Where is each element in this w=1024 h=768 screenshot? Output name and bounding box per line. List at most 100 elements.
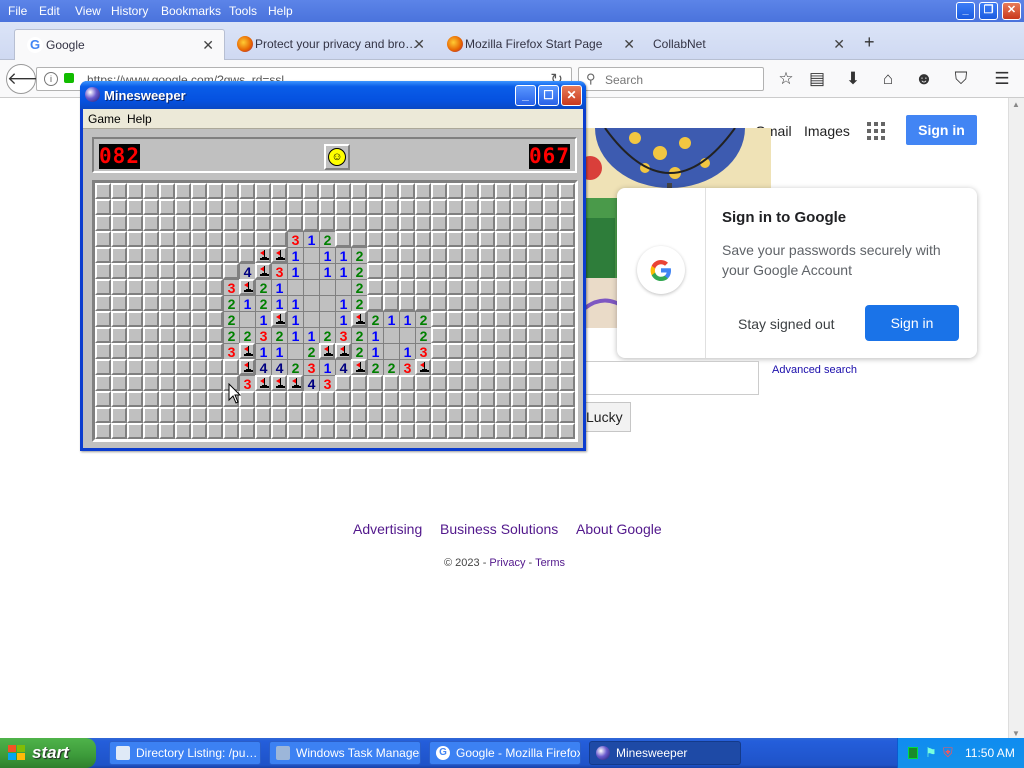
covered-cell[interactable] (95, 279, 111, 295)
covered-cell[interactable] (111, 231, 127, 247)
covered-cell[interactable] (367, 279, 383, 295)
covered-cell[interactable] (175, 247, 191, 263)
covered-cell[interactable] (143, 183, 159, 199)
covered-cell[interactable] (287, 423, 303, 439)
covered-cell[interactable] (463, 423, 479, 439)
covered-cell[interactable] (191, 327, 207, 343)
covered-cell[interactable] (447, 199, 463, 215)
revealed-cell[interactable]: 3 (287, 231, 303, 248)
covered-cell[interactable] (207, 391, 223, 407)
covered-cell[interactable] (431, 295, 447, 311)
covered-cell[interactable] (271, 391, 287, 407)
covered-cell[interactable] (559, 263, 575, 279)
covered-cell[interactable] (95, 199, 111, 215)
covered-cell[interactable] (447, 423, 463, 439)
covered-cell[interactable] (399, 279, 415, 295)
covered-cell[interactable] (479, 295, 495, 311)
covered-cell[interactable] (543, 343, 559, 359)
covered-cell[interactable] (239, 215, 255, 231)
covered-cell[interactable] (111, 279, 127, 295)
covered-cell[interactable] (255, 407, 271, 423)
revealed-cell[interactable]: 1 (271, 279, 287, 296)
covered-cell[interactable] (447, 279, 463, 295)
ms-menu-help[interactable]: Help (127, 112, 152, 126)
revealed-cell[interactable]: 2 (351, 247, 367, 264)
tab-google[interactable]: G Google ✕ (14, 29, 225, 60)
covered-cell[interactable] (399, 375, 415, 391)
revealed-cell[interactable]: 1 (287, 295, 303, 312)
covered-cell[interactable] (415, 263, 431, 279)
back-button[interactable]: 🡐 (6, 64, 53, 94)
covered-cell[interactable] (143, 327, 159, 343)
covered-cell[interactable] (287, 391, 303, 407)
covered-cell[interactable] (351, 423, 367, 439)
covered-cell[interactable] (527, 215, 543, 231)
covered-cell[interactable] (367, 407, 383, 423)
revealed-cell[interactable]: 3 (223, 343, 239, 360)
covered-cell[interactable] (287, 199, 303, 215)
covered-cell[interactable] (447, 311, 463, 327)
revealed-cell[interactable]: 2 (415, 327, 431, 344)
covered-cell[interactable] (95, 231, 111, 247)
covered-cell[interactable] (351, 183, 367, 199)
covered-cell[interactable] (383, 423, 399, 439)
covered-cell[interactable] (303, 423, 319, 439)
covered-cell[interactable] (415, 231, 431, 247)
revealed-cell[interactable]: 3 (319, 375, 335, 392)
covered-cell[interactable] (399, 407, 415, 423)
covered-cell[interactable] (271, 199, 287, 215)
revealed-cell[interactable] (287, 279, 303, 295)
scroll-up-icon[interactable]: ▲ (1012, 100, 1020, 109)
revealed-cell[interactable] (303, 263, 319, 279)
ms-close-button[interactable]: ✕ (561, 85, 582, 106)
covered-cell[interactable] (543, 247, 559, 263)
flagged-cell[interactable] (319, 343, 335, 359)
revealed-cell[interactable]: 3 (335, 327, 351, 344)
minesweeper-titlebar[interactable]: Minesweeper _ ☐ ✕ (80, 81, 586, 109)
covered-cell[interactable] (207, 375, 223, 391)
minimize-button[interactable]: _ (956, 2, 975, 20)
covered-cell[interactable] (143, 375, 159, 391)
covered-cell[interactable] (207, 247, 223, 263)
revealed-cell[interactable]: 3 (271, 263, 287, 280)
covered-cell[interactable] (543, 391, 559, 407)
revealed-cell[interactable]: 4 (239, 263, 255, 280)
covered-cell[interactable] (207, 359, 223, 375)
revealed-cell[interactable]: 1 (399, 343, 415, 360)
covered-cell[interactable] (127, 343, 143, 359)
covered-cell[interactable] (463, 263, 479, 279)
covered-cell[interactable] (511, 183, 527, 199)
covered-cell[interactable] (399, 423, 415, 439)
covered-cell[interactable] (415, 295, 431, 311)
covered-cell[interactable] (255, 231, 271, 247)
covered-cell[interactable] (415, 183, 431, 199)
covered-cell[interactable] (159, 311, 175, 327)
covered-cell[interactable] (495, 231, 511, 247)
covered-cell[interactable] (399, 247, 415, 263)
covered-cell[interactable] (527, 407, 543, 423)
covered-cell[interactable] (159, 183, 175, 199)
covered-cell[interactable] (127, 295, 143, 311)
covered-cell[interactable] (111, 343, 127, 359)
covered-cell[interactable] (447, 231, 463, 247)
covered-cell[interactable] (111, 311, 127, 327)
covered-cell[interactable] (111, 391, 127, 407)
covered-cell[interactable] (175, 215, 191, 231)
covered-cell[interactable] (479, 375, 495, 391)
covered-cell[interactable] (175, 423, 191, 439)
covered-cell[interactable] (367, 183, 383, 199)
new-game-smiley-button[interactable]: ☺ (324, 144, 350, 170)
covered-cell[interactable] (463, 311, 479, 327)
covered-cell[interactable] (127, 407, 143, 423)
covered-cell[interactable] (255, 183, 271, 199)
covered-cell[interactable] (383, 199, 399, 215)
covered-cell[interactable] (495, 295, 511, 311)
covered-cell[interactable] (431, 183, 447, 199)
covered-cell[interactable] (191, 343, 207, 359)
covered-cell[interactable] (127, 199, 143, 215)
covered-cell[interactable] (447, 263, 463, 279)
revealed-cell[interactable]: 1 (303, 327, 319, 344)
covered-cell[interactable] (543, 407, 559, 423)
ms-minimize-button[interactable]: _ (515, 85, 536, 106)
covered-cell[interactable] (495, 359, 511, 375)
